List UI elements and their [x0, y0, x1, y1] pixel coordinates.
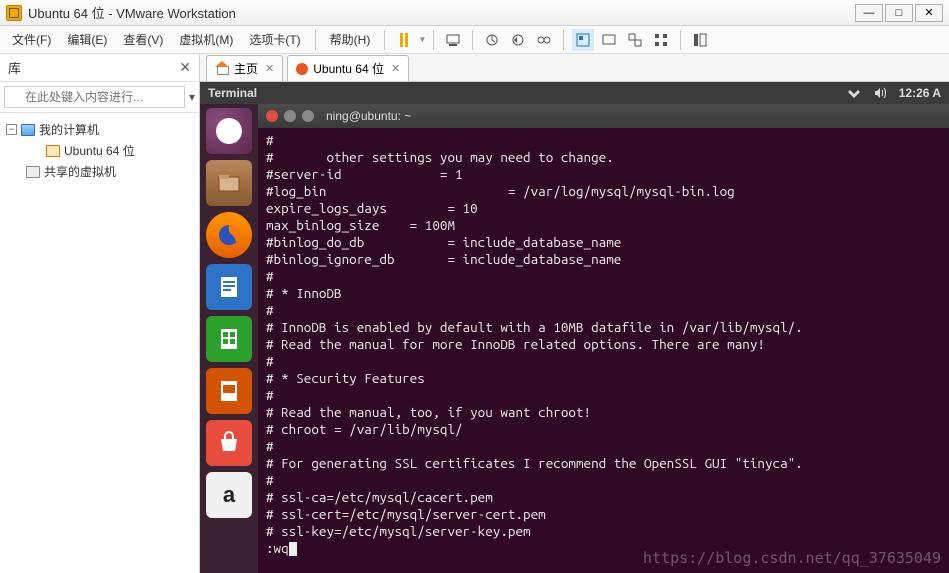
- menu-view[interactable]: 查看(V): [115, 27, 171, 52]
- clock[interactable]: 12:26 A: [899, 86, 941, 100]
- launcher-files-icon[interactable]: [206, 160, 252, 206]
- separator: [433, 30, 434, 50]
- tree-my-computer[interactable]: − 我的计算机: [4, 119, 195, 140]
- launcher-dash-icon[interactable]: [206, 108, 252, 154]
- sound-icon[interactable]: [873, 87, 887, 99]
- snapshot-manager-button[interactable]: [533, 29, 555, 51]
- ubuntu-top-panel: Terminal 12:26 A: [200, 82, 949, 104]
- tab-close-icon[interactable]: ✕: [265, 62, 274, 75]
- window-titlebar: Ubuntu 64 位 - VMware Workstation — □ ✕: [0, 0, 949, 26]
- close-button[interactable]: ✕: [915, 4, 943, 22]
- sidebar-title: 库: [8, 58, 21, 77]
- terminal-body[interactable]: # # other settings you may need to chang…: [258, 128, 949, 561]
- menu-vm[interactable]: 虚拟机(M): [171, 27, 241, 52]
- maximize-button[interactable]: □: [885, 4, 913, 22]
- send-ctrl-alt-del-button[interactable]: [442, 29, 464, 51]
- terminal-maximize-button[interactable]: [302, 110, 314, 122]
- thumbnail-button[interactable]: [650, 29, 672, 51]
- terminal-titlebar: ning@ubuntu: ~: [258, 104, 949, 128]
- separator: [472, 30, 473, 50]
- tab-ubuntu[interactable]: Ubuntu 64 位 ✕: [287, 55, 409, 81]
- panel-app-name: Terminal: [208, 86, 257, 100]
- menu-tabs[interactable]: 选项卡(T): [241, 27, 308, 52]
- menu-file[interactable]: 文件(F): [4, 27, 59, 52]
- vm-tree: − 我的计算机 Ubuntu 64 位 共享的虚拟机: [0, 113, 199, 188]
- menu-help[interactable]: 帮助(H): [322, 27, 379, 52]
- separator: [384, 30, 385, 50]
- terminal-window[interactable]: ning@ubuntu: ~ # # other settings you ma…: [258, 104, 949, 573]
- launcher-firefox-icon[interactable]: [206, 212, 252, 258]
- menu-edit[interactable]: 编辑(E): [59, 27, 115, 52]
- ubuntu-launcher: a: [200, 104, 258, 573]
- unity-button[interactable]: [624, 29, 646, 51]
- library-toggle-button[interactable]: [689, 29, 711, 51]
- tree-shared-label: 共享的虚拟机: [44, 163, 116, 180]
- computer-icon: [21, 124, 35, 136]
- watermark: https://blog.csdn.net/qq_37635049: [643, 549, 941, 567]
- vm-tabs: 主页 ✕ Ubuntu 64 位 ✕: [200, 54, 949, 82]
- tree-shared-vms[interactable]: 共享的虚拟机: [4, 161, 195, 182]
- tab-ubuntu-label: Ubuntu 64 位: [313, 60, 384, 77]
- vm-display[interactable]: Terminal 12:26 A: [200, 82, 949, 573]
- window-title: Ubuntu 64 位 - VMware Workstation: [28, 3, 855, 22]
- launcher-impress-icon[interactable]: [206, 368, 252, 414]
- launcher-calc-icon[interactable]: [206, 316, 252, 362]
- separator: [315, 30, 316, 50]
- launcher-software-icon[interactable]: [206, 420, 252, 466]
- home-icon: [215, 63, 229, 75]
- terminal-close-button[interactable]: [266, 110, 278, 122]
- tab-home-label: 主页: [234, 60, 258, 77]
- tree-collapse-icon[interactable]: −: [6, 124, 17, 135]
- play-pause-button[interactable]: [393, 29, 415, 51]
- terminal-minimize-button[interactable]: [284, 110, 296, 122]
- library-sidebar: 库 ✕ 🔍 ▾ − 我的计算机 Ubuntu 64 位: [0, 54, 200, 573]
- ubuntu-icon: [296, 63, 308, 75]
- vmware-icon: [6, 5, 22, 21]
- terminal-title: ning@ubuntu: ~: [326, 109, 411, 123]
- separator: [563, 30, 564, 50]
- menubar: 文件(F) 编辑(E) 查看(V) 虚拟机(M) 选项卡(T) 帮助(H) ▼: [0, 26, 949, 54]
- sidebar-close-button[interactable]: ✕: [179, 59, 191, 76]
- search-input[interactable]: [4, 86, 185, 108]
- tree-vm-ubuntu[interactable]: Ubuntu 64 位: [4, 140, 195, 161]
- power-dropdown[interactable]: ▼: [417, 35, 427, 44]
- fit-guest-button[interactable]: [572, 29, 594, 51]
- fullscreen-button[interactable]: [598, 29, 620, 51]
- launcher-writer-icon[interactable]: [206, 264, 252, 310]
- tab-home[interactable]: 主页 ✕: [206, 55, 283, 81]
- tree-vm-label: Ubuntu 64 位: [64, 142, 135, 159]
- snapshot-button[interactable]: [481, 29, 503, 51]
- minimize-button[interactable]: —: [855, 4, 883, 22]
- network-icon[interactable]: [847, 87, 861, 99]
- launcher-amazon-icon[interactable]: a: [206, 472, 252, 518]
- tab-close-icon[interactable]: ✕: [391, 62, 400, 75]
- snapshot-revert-button[interactable]: [507, 29, 529, 51]
- tree-root-label: 我的计算机: [39, 121, 99, 138]
- separator: [680, 30, 681, 50]
- vm-icon: [46, 145, 60, 157]
- shared-icon: [26, 166, 40, 178]
- search-dropdown[interactable]: ▾: [189, 90, 195, 104]
